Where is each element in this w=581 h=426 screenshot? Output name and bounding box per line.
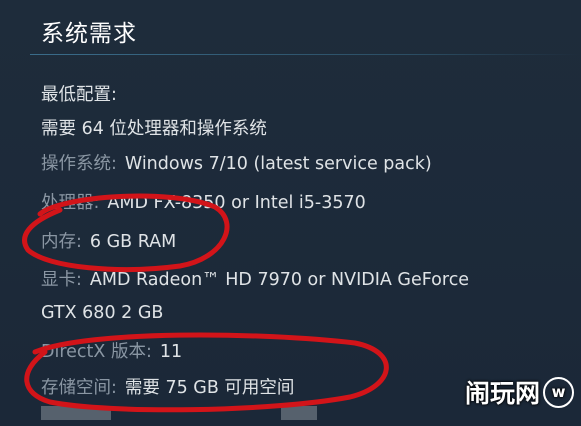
cutoff-value-fragment xyxy=(280,406,317,420)
directx-label: DirectX 版本: xyxy=(41,342,152,362)
title-divider xyxy=(30,54,581,55)
graphics-row: 显卡: AMD Radeon™ HD 7970 or NVIDIA GeForce xyxy=(41,266,469,291)
directx-row: DirectX 版本: 11 xyxy=(41,338,182,363)
section-title: 系统需求 xyxy=(41,21,137,47)
cpu-value: AMD FX-8350 or Intel i5-3570 xyxy=(107,193,366,213)
storage-value: 需要 75 GB 可用空间 xyxy=(124,378,295,398)
storage-label: 存储空间: xyxy=(41,378,117,398)
cutoff-row xyxy=(41,406,317,426)
cutoff-label-fragment xyxy=(41,406,111,420)
os-row: 操作系统: Windows 7/10 (latest service pack) xyxy=(41,150,432,175)
graphics-value: AMD Radeon™ HD 7970 or NVIDIA GeForce xyxy=(89,270,470,290)
watermark-text: 闹玩网 xyxy=(465,379,541,408)
memory-value: 6 GB RAM xyxy=(89,232,177,252)
cpu-label: 处理器: xyxy=(41,193,100,213)
graphics-value-continued: GTX 680 2 GB xyxy=(41,303,164,323)
cpu-row: 处理器: AMD FX-8350 or Intel i5-3570 xyxy=(41,189,366,214)
os-value: Windows 7/10 (latest service pack) xyxy=(124,154,432,174)
watermark-logo-icon: w xyxy=(543,376,575,408)
memory-label: 内存: xyxy=(41,232,82,252)
storage-row: 存储空间: 需要 75 GB 可用空间 xyxy=(41,374,294,399)
64bit-note: 需要 64 位处理器和操作系统 xyxy=(41,119,267,139)
os-label: 操作系统: xyxy=(41,154,117,174)
directx-value: 11 xyxy=(159,342,183,362)
memory-row: 内存: 6 GB RAM xyxy=(41,228,176,253)
graphics-label: 显卡: xyxy=(41,270,82,290)
system-requirements-panel: 系统需求 最低配置: 需要 64 位处理器和操作系统 操作系统: Windows … xyxy=(0,0,581,420)
min-requirements-heading: 最低配置: xyxy=(41,85,117,105)
graphics-row-continued: GTX 680 2 GB xyxy=(41,303,163,323)
site-watermark: 闹玩网 w xyxy=(465,373,575,411)
